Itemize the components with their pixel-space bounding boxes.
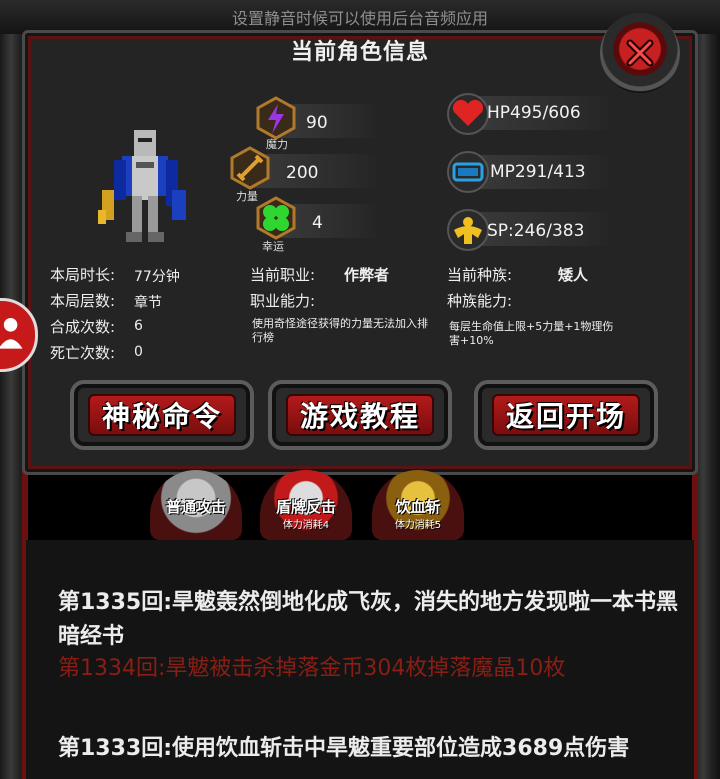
close-button[interactable] bbox=[600, 13, 680, 93]
skill-blood-slash[interactable]: 饮血斩 体力消耗5 bbox=[372, 470, 464, 540]
tutorial-button[interactable]: 游戏教程 bbox=[268, 380, 452, 450]
luck-label: 幸运 bbox=[262, 240, 284, 253]
return-start-button[interactable]: 返回开场 bbox=[474, 380, 658, 450]
race-label: 当前种族: bbox=[447, 266, 513, 284]
job-ability-desc: 使用奇怪途径获得的力量无法加入排行榜 bbox=[252, 317, 428, 344]
mp-value: MP291/413 bbox=[490, 162, 586, 182]
skill-name: 盾牌反击 bbox=[275, 498, 336, 516]
log-entry-1334: 第1334回:旱魃被击杀掉落金币304枚掉落魔晶10枚 bbox=[58, 656, 566, 681]
death-label: 死亡次数: bbox=[50, 344, 116, 362]
log-entry-1333: 第1333回:使用饮血斩击中旱魃重要部位造成3689点伤害 bbox=[58, 736, 630, 761]
secret-command-button[interactable]: 神秘命令 bbox=[70, 380, 254, 450]
skill-shield-counter[interactable]: 盾牌反击 体力消耗4 bbox=[260, 470, 352, 540]
return-start-label: 返回开场 bbox=[492, 394, 640, 436]
skill-cost: 体力消耗5 bbox=[394, 520, 442, 531]
user-icon bbox=[0, 318, 23, 349]
skill-cost: 体力消耗4 bbox=[282, 520, 330, 531]
skill-normal-attack[interactable]: 普通攻击 bbox=[150, 470, 242, 540]
skill-name: 饮血斩 bbox=[395, 498, 441, 516]
job-label: 当前职业: bbox=[250, 266, 316, 284]
craft-label: 合成次数: bbox=[50, 318, 116, 336]
race-value: 矮人 bbox=[558, 266, 589, 284]
heart-icon bbox=[447, 93, 489, 135]
job-value: 作弊者 bbox=[344, 266, 390, 284]
hp-value: HP495/606 bbox=[487, 103, 581, 123]
floor-value: 章节 bbox=[134, 295, 162, 311]
strength-value: 200 bbox=[286, 163, 319, 183]
floor-label: 本局层数: bbox=[50, 292, 116, 310]
skill-name: 普通攻击 bbox=[165, 498, 226, 516]
knight-sprite bbox=[98, 130, 186, 242]
race-ability-desc: 每层生命值上限+5力量+1物理伤害+10% bbox=[449, 320, 614, 347]
time-label: 本局时长: bbox=[50, 266, 116, 284]
magic-value: 90 bbox=[306, 113, 328, 133]
secret-command-label: 神秘命令 bbox=[88, 394, 236, 436]
clover-icon bbox=[256, 196, 296, 240]
job-ability-label: 职业能力: bbox=[250, 292, 316, 310]
race-ability-label: 种族能力: bbox=[447, 292, 513, 310]
sword-icon bbox=[230, 146, 270, 190]
luck-value: 4 bbox=[312, 213, 323, 233]
tutorial-label: 游戏教程 bbox=[286, 394, 434, 436]
close-icon bbox=[626, 39, 654, 67]
lightning-icon bbox=[256, 96, 296, 140]
mana-potion-icon bbox=[447, 151, 489, 193]
log-entry-1335: 第1335回:旱魃轰然倒地化成飞灰，消失的地方发现啦一本书黑暗经书 bbox=[58, 590, 679, 649]
death-value: 0 bbox=[134, 344, 143, 360]
craft-value: 6 bbox=[134, 318, 143, 334]
sp-value: SP:246/383 bbox=[487, 221, 585, 241]
time-value: 77分钟 bbox=[134, 269, 180, 285]
strength-icon bbox=[447, 209, 489, 251]
